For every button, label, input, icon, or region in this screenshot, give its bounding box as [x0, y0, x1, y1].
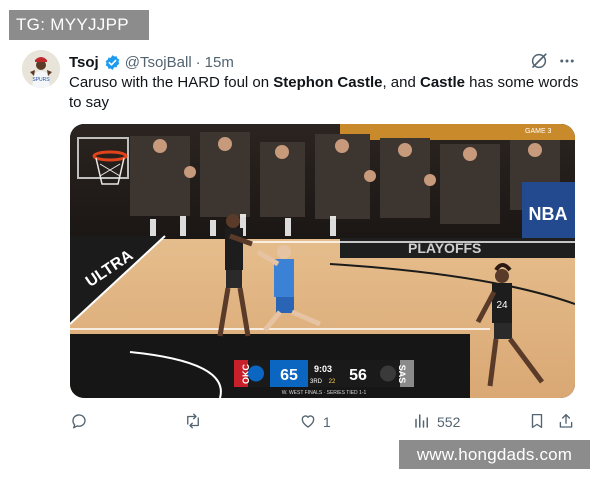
- tweet-text: Caruso with the HARD foul on Stephon Cas…: [69, 73, 584, 113]
- views-button[interactable]: 552: [413, 410, 460, 434]
- like-icon: [299, 412, 317, 433]
- grok-icon[interactable]: [530, 52, 548, 70]
- period: 3RD: [310, 379, 323, 385]
- text-part: Caruso with the HARD foul on: [69, 74, 274, 91]
- user-handle[interactable]: @TsojBall: [125, 54, 192, 71]
- text-part: , and: [382, 74, 420, 91]
- series-status: W. WEST FINALS · SERIES TIED 1-1: [282, 390, 367, 396]
- score-left: 65: [280, 367, 298, 384]
- score-right: 56: [349, 367, 367, 384]
- bookmark-icon: [528, 412, 546, 433]
- retweet-icon: [184, 412, 202, 433]
- display-name[interactable]: Tsoj: [69, 54, 99, 71]
- player-name: Castle: [419, 74, 466, 91]
- reply-icon: [70, 412, 88, 433]
- timestamp[interactable]: 15m: [205, 54, 234, 71]
- tweet-actions: 1 552: [0, 410, 600, 434]
- avatar[interactable]: SPURS: [22, 50, 60, 88]
- watermark-top: TG: MYYJJPP: [9, 10, 149, 40]
- like-count: 1: [323, 414, 331, 430]
- bookmark-button[interactable]: [528, 410, 546, 434]
- retweet-button[interactable]: [184, 410, 208, 434]
- nba-logo: NBA: [529, 204, 568, 224]
- tweet[interactable]: SPURS Tsoj @TsojBall · 15m Caruso with t…: [0, 0, 600, 480]
- player-name: Stephon Castle: [273, 74, 383, 91]
- share-icon: [557, 412, 575, 433]
- watermark-bottom: www.hongdads.com: [399, 440, 590, 469]
- views-count: 552: [437, 414, 461, 430]
- views-icon: [413, 412, 431, 433]
- game-clock: 9:03: [314, 364, 332, 374]
- tweet-header: Tsoj @TsojBall · 15m: [69, 52, 234, 72]
- tweet-video[interactable]: NBA GAME 3 ULTRA PLAYOFFS 24 OKC 65 9:03…: [70, 124, 575, 398]
- more-icon[interactable]: [557, 52, 577, 70]
- share-button[interactable]: [557, 410, 575, 434]
- svg-text:SPURS: SPURS: [32, 77, 50, 83]
- like-button[interactable]: 1: [299, 410, 331, 434]
- game-label: GAME 3: [525, 128, 552, 135]
- reply-button[interactable]: [70, 410, 94, 434]
- shot-clock: 22: [329, 379, 336, 385]
- verified-icon: [104, 54, 121, 71]
- team-right: SAS: [397, 365, 407, 384]
- separator-dot: ·: [195, 53, 201, 71]
- svg-text:24: 24: [496, 300, 508, 311]
